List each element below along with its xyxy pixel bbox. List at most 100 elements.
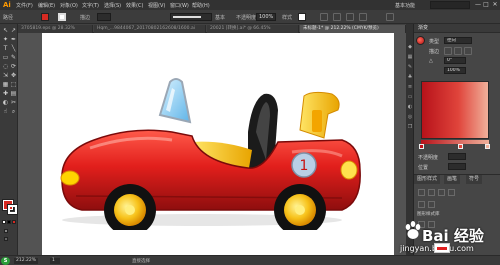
canvas-area[interactable]: 1: [18, 33, 406, 255]
tab-brushes[interactable]: 画笔: [444, 175, 461, 184]
toy-car-artwork[interactable]: 1: [42, 70, 362, 230]
mesh-tool-icon[interactable]: ▦: [2, 81, 9, 88]
close-button[interactable]: ✕: [491, 1, 499, 9]
symbols-panel-icon[interactable]: ♣: [407, 74, 413, 80]
default-colors-icon[interactable]: [2, 220, 6, 224]
svg-text:1: 1: [300, 158, 309, 174]
style-swatch-5[interactable]: [418, 201, 425, 208]
hand-tool-icon[interactable]: ☝: [2, 108, 9, 115]
graph-tool-icon[interactable]: ▤: [10, 90, 17, 97]
tab-symbols[interactable]: 符号: [466, 175, 483, 184]
page-field[interactable]: 1: [50, 258, 60, 264]
symbol-sprayer-tool-icon[interactable]: ✚: [2, 90, 9, 97]
style-swatch-2[interactable]: [428, 189, 435, 196]
stroke-gradient-mode-1-icon[interactable]: [444, 47, 452, 55]
tab-doc-active[interactable]: 未标题-1* @ 212.22% (CMYK/预览): [300, 25, 406, 33]
scissors-tool-icon[interactable]: ✂: [10, 99, 17, 106]
gradient-stop-left[interactable]: [419, 144, 424, 149]
style-swatch-4[interactable]: [448, 189, 455, 196]
gradient-type-dropdown[interactable]: 径向: [444, 37, 472, 44]
stroke-swatch[interactable]: [8, 205, 17, 214]
appearance-panel-icon[interactable]: ◎: [407, 114, 413, 120]
document-tab-bar: 3705819.eps @ 28.32% Hqm_...9844067_2017…: [18, 24, 406, 33]
gradient-panel-title: 渐变: [414, 24, 500, 33]
gradient-opacity-field[interactable]: [448, 153, 466, 160]
tab-doc-2[interactable]: Hqm_...9844067_20170802162608/1600.ai: [94, 25, 206, 33]
menu-file[interactable]: 文件(F): [16, 2, 33, 9]
menu-object[interactable]: 对象(O): [60, 2, 78, 9]
gradient-aspect-field[interactable]: 100%: [444, 67, 466, 74]
windshield: [158, 78, 192, 124]
maximize-button[interactable]: □: [482, 1, 490, 9]
tab-doc-1[interactable]: 3705819.eps @ 28.32%: [18, 25, 93, 33]
isolate-icon[interactable]: [346, 13, 354, 21]
gradient-stop-right[interactable]: [485, 144, 490, 149]
graphic-style-library-row[interactable]: 图形样式库: [414, 211, 500, 218]
free-transform-tool-icon[interactable]: ✥: [10, 72, 17, 79]
gradient-thumbnail[interactable]: [416, 36, 425, 45]
minimize-button[interactable]: —: [474, 1, 482, 9]
baidu-paw-logo-icon: [405, 221, 421, 239]
gradient-stop-mid[interactable]: [458, 144, 463, 149]
align-icon[interactable]: [320, 13, 328, 21]
gradient-panel-icon[interactable]: ▭: [407, 94, 413, 100]
menu-select[interactable]: 选择(S): [104, 2, 121, 9]
tab-graphic-styles[interactable]: 图形样式: [414, 175, 441, 184]
pen-tool-icon[interactable]: ✒: [10, 36, 17, 43]
layers-panel-icon[interactable]: ❐: [407, 124, 413, 130]
color-mode-icon[interactable]: [12, 220, 16, 224]
panel-menu-icon[interactable]: [386, 13, 394, 21]
gradient-slider[interactable]: [421, 140, 489, 144]
brush-definition-dropdown[interactable]: [170, 13, 212, 21]
gradient-stroke-label: 描边: [429, 49, 440, 55]
screen-mode-icon[interactable]: [4, 237, 8, 241]
menu-help[interactable]: 帮助(H): [192, 2, 210, 9]
pencil-tool-icon[interactable]: ✎: [10, 54, 17, 61]
type-tool-icon[interactable]: T: [2, 45, 9, 52]
opacity-field[interactable]: 100%: [256, 13, 276, 21]
gradient-angle-field[interactable]: 0°: [444, 57, 466, 64]
menu-type[interactable]: 文字(T): [82, 2, 99, 9]
stroke-gradient-mode-2-icon[interactable]: [454, 47, 462, 55]
perspective-tool-icon[interactable]: ⬚: [10, 81, 17, 88]
zoom-field[interactable]: 212.22%: [14, 258, 38, 264]
gradient-location-field[interactable]: [448, 163, 466, 170]
magic-wand-tool-icon[interactable]: ✦: [2, 36, 9, 43]
draw-mode-icon[interactable]: [4, 229, 8, 233]
scale-tool-icon[interactable]: ⇲: [2, 72, 9, 79]
style-label: 样式: [282, 15, 293, 21]
eraser-tool-icon[interactable]: ◌: [2, 63, 9, 70]
menu-edit[interactable]: 编辑(E): [38, 2, 55, 9]
stroke-width-field[interactable]: [97, 13, 111, 21]
swatches-panel-icon[interactable]: ▦: [407, 54, 413, 60]
transparency-panel-icon[interactable]: ◐: [407, 104, 413, 110]
rotate-tool-icon[interactable]: ⟳: [10, 63, 17, 70]
menu-effect[interactable]: 效果(C): [126, 2, 143, 9]
gradient-preview: [421, 81, 489, 139]
menu-view[interactable]: 视图(V): [148, 2, 165, 9]
stroke-color-swatch[interactable]: [58, 13, 66, 21]
selection-tool-icon[interactable]: ↖: [2, 27, 9, 34]
gradient-tool-icon[interactable]: ◐: [2, 99, 9, 106]
watermark-brand: Bai 经验: [422, 227, 484, 245]
workspace-switcher[interactable]: 基本功能: [395, 2, 415, 9]
color-panel-icon[interactable]: ◆: [407, 44, 413, 50]
tab-doc-3[interactable]: 20021 [转换].ai* @ 66.45%: [207, 25, 299, 33]
rectangle-tool-icon[interactable]: ▭: [2, 54, 9, 61]
stroke-gradient-mode-3-icon[interactable]: [464, 47, 472, 55]
recolor-icon[interactable]: [359, 13, 367, 21]
transform-icon[interactable]: [333, 13, 341, 21]
style-swatch-1[interactable]: [418, 189, 425, 196]
line-tool-icon[interactable]: ╲: [10, 45, 17, 52]
brushes-panel-icon[interactable]: ✎: [407, 64, 413, 70]
direct-selection-tool-icon[interactable]: ↗: [10, 27, 17, 34]
graphic-style-swatch[interactable]: [298, 13, 306, 21]
zoom-tool-icon[interactable]: ⌕: [10, 108, 17, 115]
search-field[interactable]: [430, 1, 470, 9]
swap-colors-icon[interactable]: [7, 220, 11, 224]
style-swatch-6[interactable]: [428, 201, 435, 208]
stroke-panel-icon[interactable]: ≡: [407, 84, 413, 90]
fill-color-swatch[interactable]: [41, 13, 49, 21]
style-swatch-3[interactable]: [438, 189, 445, 196]
menu-window[interactable]: 窗口(W): [170, 2, 189, 9]
